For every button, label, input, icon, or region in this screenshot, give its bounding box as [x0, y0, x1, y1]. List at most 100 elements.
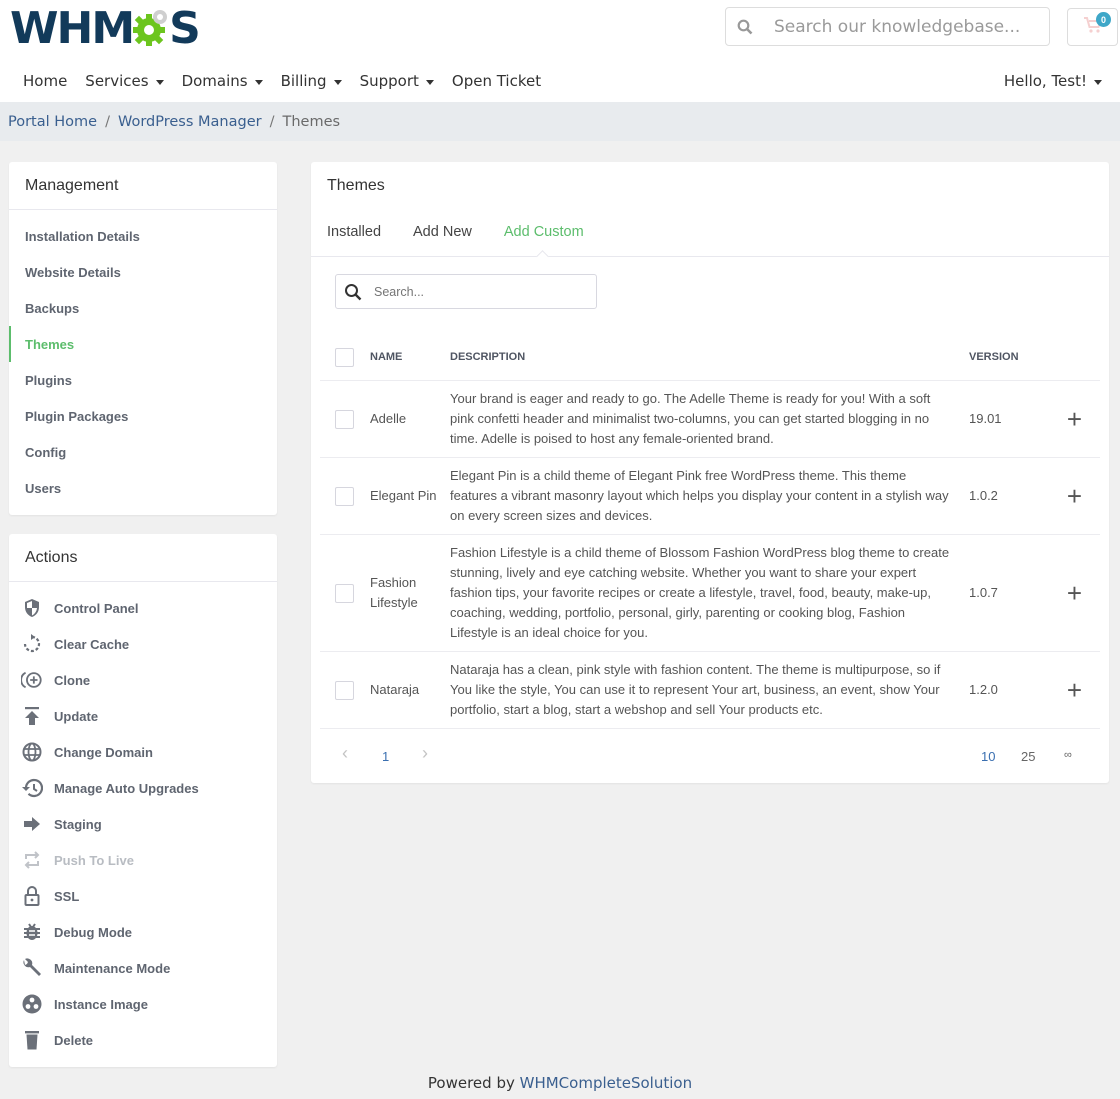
footer-link[interactable]: WHMCompleteSolution	[520, 1074, 692, 1092]
nav-billing[interactable]: Billing	[272, 70, 351, 92]
tab-installed[interactable]: Installed	[327, 210, 381, 256]
action-delete[interactable]: Delete	[9, 1022, 277, 1058]
row-checkbox[interactable]	[335, 409, 354, 429]
menu-installation-details[interactable]: Installation Details	[9, 218, 277, 254]
action-instance-image[interactable]: Instance Image	[9, 986, 277, 1022]
page-size-25[interactable]: 25	[1021, 749, 1035, 764]
caret-down-icon	[254, 79, 263, 85]
prev-page-button[interactable]: ‹	[342, 743, 348, 764]
caret-down-icon	[1094, 79, 1102, 85]
themes-table: NAME DESCRIPTION VERSION Adelle Your bra…	[320, 335, 1100, 729]
lock-icon	[21, 885, 43, 907]
nav-services[interactable]: Services	[76, 70, 172, 92]
theme-version: 1.0.7	[969, 534, 1049, 652]
tab-add-new[interactable]: Add New	[413, 210, 472, 256]
top-header: WHM S Search our knowledgebase... 0 Home…	[0, 0, 1120, 102]
action-debug-mode[interactable]: Debug Mode	[9, 914, 277, 950]
themes-panel: Themes Installed Add New Add Custom NAME…	[311, 162, 1109, 783]
add-theme-button[interactable]: +	[1049, 457, 1100, 535]
action-manage-auto-upgrades[interactable]: Manage Auto Upgrades	[9, 770, 277, 806]
action-control-panel[interactable]: Control Panel	[9, 590, 277, 626]
nav-support[interactable]: Support	[351, 70, 443, 92]
shield-icon	[21, 597, 43, 619]
cart-count-badge: 0	[1096, 12, 1111, 27]
page-size-10[interactable]: 10	[981, 749, 995, 764]
theme-version: 19.01	[969, 380, 1049, 458]
next-page-button[interactable]: ›	[422, 743, 428, 764]
bug-icon	[21, 921, 43, 943]
main-nav: Home Services Domains Billing Support Op…	[14, 70, 550, 92]
cart-button[interactable]: 0	[1067, 8, 1118, 46]
action-ssl[interactable]: SSL	[9, 878, 277, 914]
plus-icon: +	[1066, 674, 1083, 705]
add-theme-button[interactable]: +	[1049, 380, 1100, 458]
nav-open-ticket[interactable]: Open Ticket	[443, 70, 550, 92]
theme-name: Adelle	[370, 380, 450, 458]
column-description: DESCRIPTION	[450, 335, 969, 381]
table-row: Nataraja Nataraja has a clean, pink styl…	[320, 651, 1100, 729]
table-row: Adelle Your brand is eager and ready to …	[320, 380, 1100, 458]
action-update[interactable]: Update	[9, 698, 277, 734]
add-theme-button[interactable]: +	[1049, 651, 1100, 729]
theme-description: Elegant Pin is a child theme of Elegant …	[450, 457, 969, 535]
action-staging[interactable]: Staging	[9, 806, 277, 842]
refresh-icon	[21, 633, 43, 655]
breadcrumb-portal-home[interactable]: Portal Home	[8, 114, 97, 130]
whmcs-logo[interactable]: WHM S	[10, 3, 201, 54]
row-checkbox[interactable]	[335, 583, 354, 603]
actions-title: Actions	[9, 534, 277, 582]
page-size-all[interactable]: ∞	[1064, 749, 1072, 761]
table-row: Fashion Lifestyle Fashion Lifestyle is a…	[320, 534, 1100, 652]
menu-config[interactable]: Config	[9, 434, 277, 470]
row-checkbox[interactable]	[335, 486, 354, 506]
column-name[interactable]: NAME	[370, 335, 450, 381]
theme-name: Fashion Lifestyle	[370, 534, 450, 652]
search-icon	[726, 19, 764, 35]
pagination: ‹ 1 › 10 25 ∞	[311, 740, 1109, 770]
arrow-right-icon	[21, 813, 43, 835]
plus-icon: +	[1066, 480, 1083, 511]
user-menu[interactable]: Hello, Test!	[1004, 72, 1102, 90]
theme-description: Your brand is eager and ready to go. The…	[450, 380, 969, 458]
upload-icon	[21, 705, 43, 727]
action-change-domain[interactable]: Change Domain	[9, 734, 277, 770]
nav-home[interactable]: Home	[14, 70, 76, 92]
action-push-to-live[interactable]: Push To Live	[9, 842, 277, 878]
tab-add-custom[interactable]: Add Custom	[504, 210, 584, 256]
theme-name: Elegant Pin	[370, 457, 450, 535]
management-panel: Management Installation Details Website …	[9, 162, 277, 515]
menu-plugin-packages[interactable]: Plugin Packages	[9, 398, 277, 434]
theme-description: Nataraja has a clean, pink style with fa…	[450, 651, 969, 729]
themes-search[interactable]	[335, 274, 597, 309]
nav-domains[interactable]: Domains	[173, 70, 272, 92]
caret-down-icon	[333, 79, 342, 85]
breadcrumb-wordpress-manager[interactable]: WordPress Manager	[118, 114, 262, 130]
action-clear-cache[interactable]: Clear Cache	[9, 626, 277, 662]
select-all-checkbox[interactable]	[335, 347, 354, 367]
page-1-button[interactable]: 1	[382, 749, 389, 764]
themes-search-input[interactable]	[370, 284, 580, 299]
caret-down-icon	[425, 79, 434, 85]
menu-themes[interactable]: Themes	[9, 326, 277, 362]
action-clone[interactable]: Clone	[9, 662, 277, 698]
theme-version: 1.2.0	[969, 651, 1049, 729]
add-theme-button[interactable]: +	[1049, 534, 1100, 652]
breadcrumb: Portal Home / WordPress Manager / Themes	[0, 102, 1120, 141]
theme-name: Nataraja	[370, 651, 450, 729]
actions-panel: Actions Control Panel Clear Cache Clone …	[9, 534, 277, 1067]
knowledgebase-search-input[interactable]	[764, 16, 1034, 37]
column-version[interactable]: VERSION	[969, 335, 1049, 381]
action-maintenance-mode[interactable]: Maintenance Mode	[9, 950, 277, 986]
breadcrumb-current: Themes	[282, 113, 341, 130]
row-checkbox[interactable]	[335, 680, 354, 700]
wrench-icon	[21, 957, 43, 979]
themes-tabs: Installed Add New Add Custom	[311, 210, 1109, 257]
themes-title: Themes	[327, 177, 385, 194]
menu-backups[interactable]: Backups	[9, 290, 277, 326]
knowledgebase-search[interactable]	[725, 7, 1050, 46]
clone-icon	[21, 669, 43, 691]
menu-plugins[interactable]: Plugins	[9, 362, 277, 398]
plus-icon: +	[1066, 577, 1083, 608]
menu-website-details[interactable]: Website Details	[9, 254, 277, 290]
menu-users[interactable]: Users	[9, 470, 277, 506]
